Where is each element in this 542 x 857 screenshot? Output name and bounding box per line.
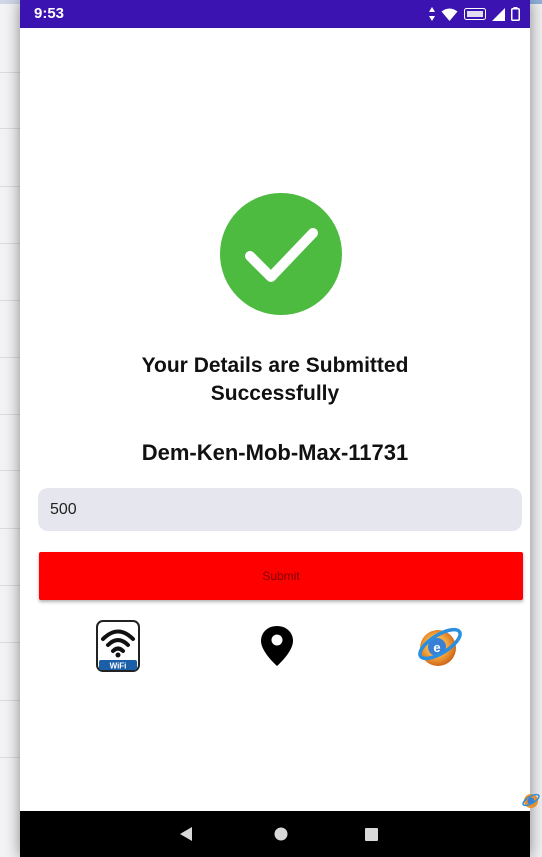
status-time: 9:53 [34,5,65,22]
back-button[interactable] [174,822,198,846]
check-circle-icon [220,193,342,315]
recents-icon [364,827,378,841]
cell-signal-icon [492,7,505,21]
browser-button[interactable]: e [414,620,464,672]
wifi-label: WiFi [110,662,127,671]
status-icons [429,6,520,22]
internet-explorer-icon: e [418,627,462,666]
volte-icon [464,8,486,20]
background-right-edge [530,0,542,857]
data-arrows-icon [429,7,435,21]
recents-button[interactable] [359,822,383,846]
amount-input[interactable] [38,488,522,531]
status-bar: 9:53 [20,0,530,28]
success-message: Your Details are Submitted Successfully [141,354,409,405]
phone-screen: 9:53 Your Details are Submitted Successf… [20,0,540,857]
wifi-icon: WiFi [96,620,140,672]
home-icon [274,827,288,841]
battery-icon [511,7,520,21]
reference-code: Dem-Ken-Mob-Max-11731 [141,440,409,465]
submit-button[interactable]: Submit [39,552,523,600]
location-button[interactable] [260,620,294,672]
home-button[interactable] [269,822,293,846]
wifi-signal-icon [441,8,458,21]
navigation-bar [20,811,530,857]
small-browser-icon [522,793,540,808]
location-pin-icon [261,626,293,666]
back-icon [180,827,192,841]
background-list-strip [0,0,20,857]
wifi-button[interactable]: WiFi [96,620,140,672]
